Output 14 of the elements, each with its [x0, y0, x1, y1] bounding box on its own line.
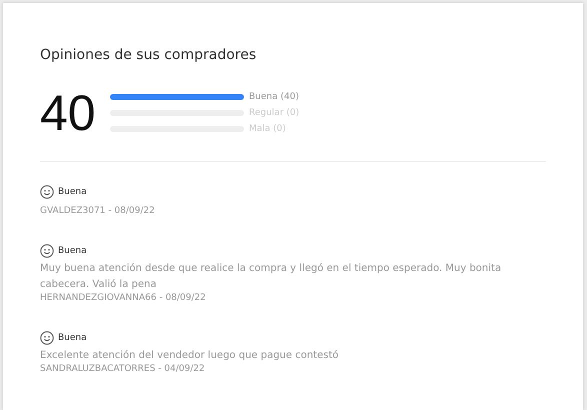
- review-count: 40: [40, 85, 97, 141]
- review-author: SANDRALUZBACATORRES - 04/09/22: [40, 364, 206, 374]
- rating-label: Buena: [58, 187, 87, 197]
- section-title: Opiniones de sus compradores: [40, 47, 258, 63]
- review-author: HERNANDEZGIOVANNA66 - 08/09/22: [40, 293, 207, 303]
- rating-label: Buena (40): [249, 92, 299, 102]
- smiley-icon: [40, 185, 54, 199]
- smiley-icon: [40, 244, 54, 258]
- review-text: Excelente atención del vendedor luego que pague contestó: [40, 349, 340, 363]
- review-text: Muy buena atención desde que realice la compra y llegó en el tiempo esperado. Muy bonita cabecera. Valió la pena: [40, 262, 502, 292]
- smiley-icon: [40, 331, 54, 345]
- rating-label: Buena: [58, 246, 87, 256]
- review-author: GVALDEZ3071 - 08/09/22: [40, 206, 156, 216]
- rating-label: Buena: [58, 333, 87, 343]
